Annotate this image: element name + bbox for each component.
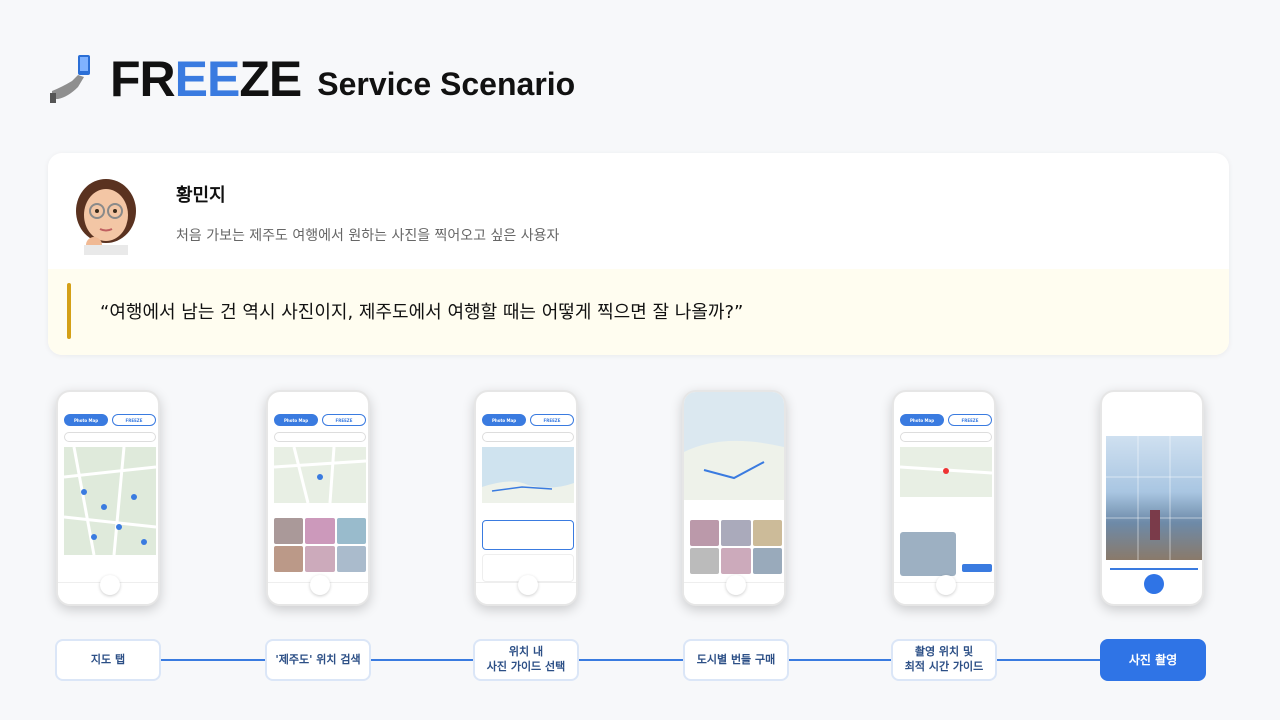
camera-icon[interactable] xyxy=(518,575,538,595)
step-location-time-guide: 촬영 위치 및 최적 시간 가이드 xyxy=(891,639,997,681)
phone-bundle-purchase xyxy=(682,390,786,606)
phone-bottom-nav xyxy=(894,575,994,604)
phone-map-tab: Photo Map FREEZE xyxy=(56,390,160,606)
zoom-slider[interactable] xyxy=(1110,568,1198,570)
camera-viewfinder xyxy=(1106,436,1202,560)
map-view[interactable] xyxy=(899,447,993,497)
tab-photo-map[interactable]: Photo Map xyxy=(482,414,526,426)
selfie-hand-icon xyxy=(48,51,96,107)
page-header: FREEZE Service Scenario xyxy=(48,44,575,114)
phone-tab-bar: Photo Map FREEZE xyxy=(900,414,992,426)
phone-search-input[interactable] xyxy=(274,432,366,442)
map-view[interactable] xyxy=(273,446,367,504)
map-view[interactable] xyxy=(63,446,157,556)
tab-freeze[interactable]: FREEZE xyxy=(112,414,156,426)
phone-search-input[interactable] xyxy=(482,432,574,442)
tab-freeze[interactable]: FREEZE xyxy=(322,414,366,426)
photo-preview xyxy=(900,532,956,576)
phone-tab-bar: Photo Map FREEZE xyxy=(274,414,366,426)
avatar xyxy=(70,175,142,255)
step-take-photo: 사진 촬영 xyxy=(1100,639,1206,681)
tab-freeze[interactable]: FREEZE xyxy=(948,414,992,426)
brand-logo: FREEZE xyxy=(110,51,302,107)
tab-freeze[interactable]: FREEZE xyxy=(530,414,574,426)
phone-search-result: Photo Map FREEZE xyxy=(266,390,370,606)
photo-grid xyxy=(274,518,366,572)
phone-bottom-nav xyxy=(58,575,158,604)
persona-quote: “여행에서 남는 건 역시 사진이지, 제주도에서 여행할 때는 어떻게 찍으면… xyxy=(100,302,744,323)
persona-name: 황민지 xyxy=(176,185,226,206)
phone-tab-bar: Photo Map FREEZE xyxy=(482,414,574,426)
tab-photo-map[interactable]: Photo Map xyxy=(274,414,318,426)
camera-icon[interactable] xyxy=(310,575,330,595)
persona-description: 처음 가보는 제주도 여행에서 원하는 사진을 찍어오고 싶은 사용자 xyxy=(176,228,560,244)
camera-icon[interactable] xyxy=(936,575,956,595)
phone-mockups: Photo Map FREEZE Photo Map FREEZE Photo … xyxy=(0,390,1280,610)
quote-box: “여행에서 남는 건 역시 사진이지, 제주도에서 여행할 때는 어떻게 찍으면… xyxy=(48,269,1229,355)
guide-card[interactable] xyxy=(482,520,574,550)
map-view[interactable] xyxy=(684,392,784,500)
step-guide-select: 위치 내 사진 가이드 선택 xyxy=(473,639,579,681)
camera-icon[interactable] xyxy=(726,575,746,595)
phone-search-input[interactable] xyxy=(900,432,992,442)
shutter-button[interactable] xyxy=(1144,574,1164,594)
phone-location-guide: Photo Map FREEZE xyxy=(892,390,996,606)
step-location-search: '제주도' 위치 검색 xyxy=(265,639,371,681)
quote-accent-bar xyxy=(67,283,71,339)
photo-grid xyxy=(690,520,782,574)
page-subtitle: Service Scenario xyxy=(317,65,576,102)
step-bundle-purchase: 도시별 번들 구매 xyxy=(683,639,789,681)
phone-bottom-nav xyxy=(476,575,576,604)
phone-bottom-nav xyxy=(684,575,784,604)
tab-photo-map[interactable]: Photo Map xyxy=(64,414,108,426)
camera-icon[interactable] xyxy=(100,575,120,595)
phone-tab-bar: Photo Map FREEZE xyxy=(64,414,156,426)
step-map-tab: 지도 탭 xyxy=(55,639,161,681)
map-view[interactable] xyxy=(482,447,574,503)
phone-search-input[interactable] xyxy=(64,432,156,442)
persona-card: 황민지 처음 가보는 제주도 여행에서 원하는 사진을 찍어오고 싶은 사용자 … xyxy=(48,153,1229,355)
guide-button[interactable] xyxy=(962,564,992,572)
phone-bottom-nav xyxy=(268,575,368,604)
phone-guide-select: Photo Map FREEZE xyxy=(474,390,578,606)
tab-photo-map[interactable]: Photo Map xyxy=(900,414,944,426)
phone-camera xyxy=(1100,390,1204,606)
scenario-steps: 지도 탭 '제주도' 위치 검색 위치 내 사진 가이드 선택 도시별 번들 구… xyxy=(0,639,1280,681)
